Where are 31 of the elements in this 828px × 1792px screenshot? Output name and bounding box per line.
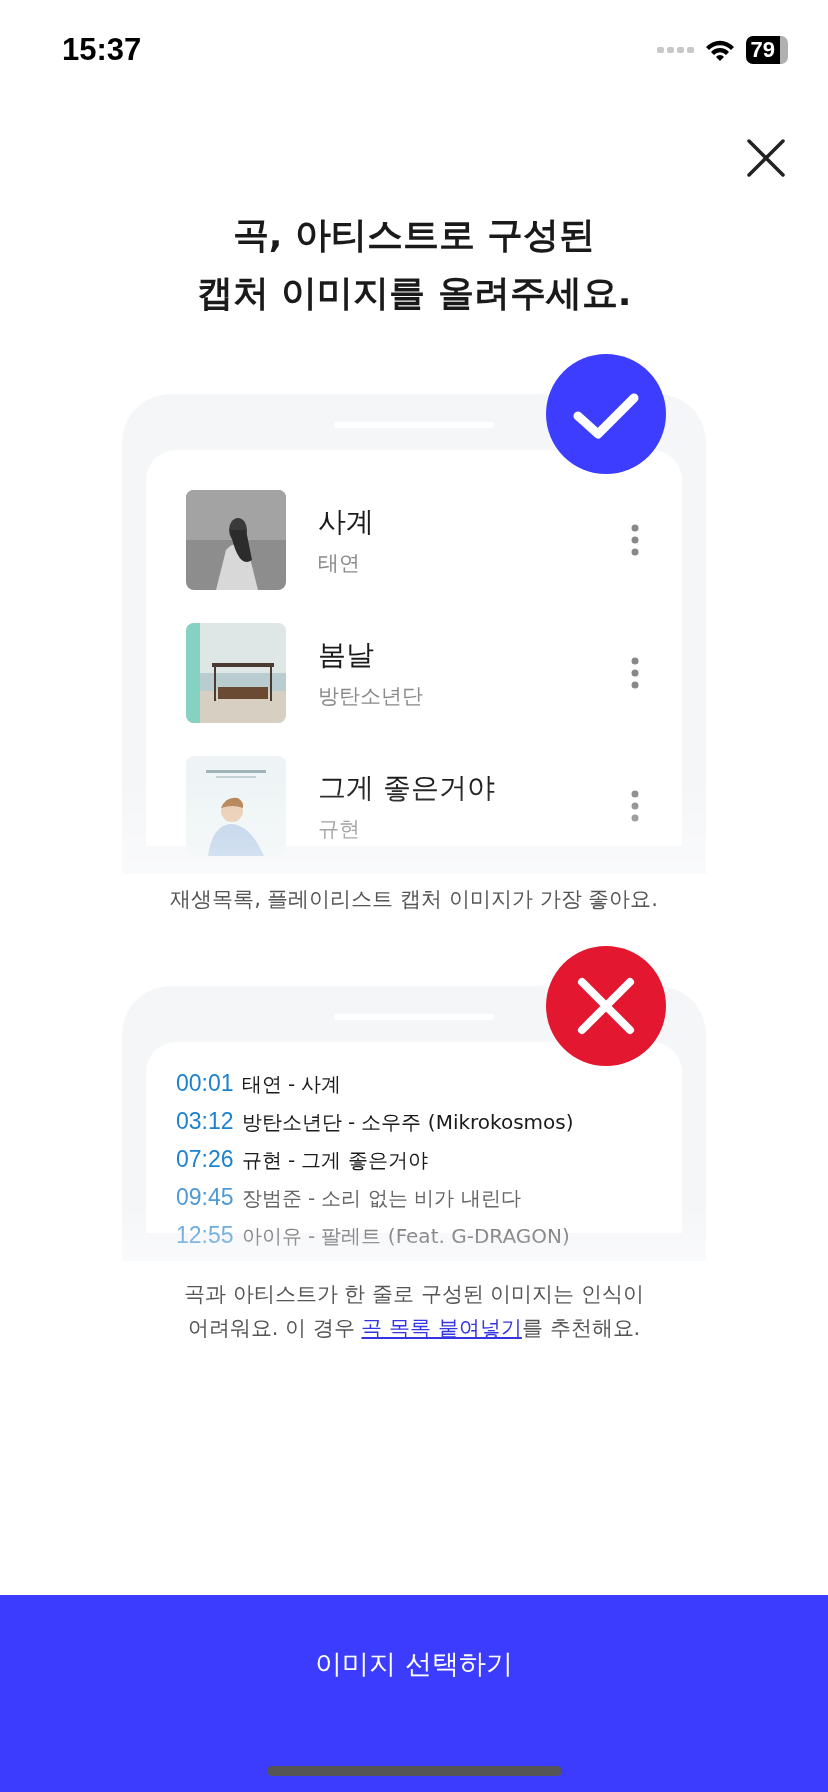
track-text: 방탄소년단 - 소우주 (Mikrokosmos) (241, 1109, 574, 1136)
track-text: 장범준 - 소리 없는 비가 내린다 (241, 1185, 521, 1212)
song-title: 사계 (318, 504, 375, 540)
paste-list-link[interactable]: 곡 목록 붙여넣기 (361, 1316, 522, 1340)
track-text: 아이유 - 팔레트 (Feat. G-DRAGON) (241, 1223, 570, 1250)
more-icon (630, 789, 640, 823)
close-icon (746, 138, 786, 178)
track-text: 태연 - 사계 (241, 1071, 342, 1098)
title-line: 캡처 이미지를 올려주세요. (196, 271, 632, 315)
close-button[interactable] (746, 138, 786, 178)
track-text: 규현 - 그게 좋은거야 (241, 1147, 428, 1174)
select-image-button[interactable]: 이미지 선택하기 (0, 1595, 828, 1792)
timestamp: 07:26 (176, 1146, 234, 1173)
title-line: 곡, 아티스트로 구성된 (232, 213, 596, 257)
timestamp: 00:01 (176, 1070, 234, 1097)
caption-text: 곡과 아티스트가 한 줄로 구성된 이미지는 인식이 (183, 1281, 645, 1308)
timestamp: 03:12 (176, 1108, 234, 1135)
timestamp: 09:45 (176, 1184, 234, 1211)
song-title: 봄날 (318, 637, 375, 673)
signal-icon (656, 44, 694, 56)
song-artist: 방탄소년단 (318, 683, 424, 710)
caption-text: 재생목록, 플레이리스트 캡처 이미지가 가장 좋아요. (169, 886, 659, 913)
song-artist: 규현 (318, 816, 361, 843)
status-time: 15:37 (62, 32, 142, 68)
timestamp: 12:55 (176, 1222, 234, 1249)
more-icon (630, 523, 640, 557)
song-title: 그게 좋은거야 (318, 770, 496, 806)
more-icon (630, 656, 640, 690)
battery-level: 79 (745, 36, 788, 64)
song-artist: 태연 (318, 550, 361, 577)
caption-text: 어려워요. 이 경우 곡 목록 붙여넣기를 추천해요. (187, 1315, 641, 1342)
